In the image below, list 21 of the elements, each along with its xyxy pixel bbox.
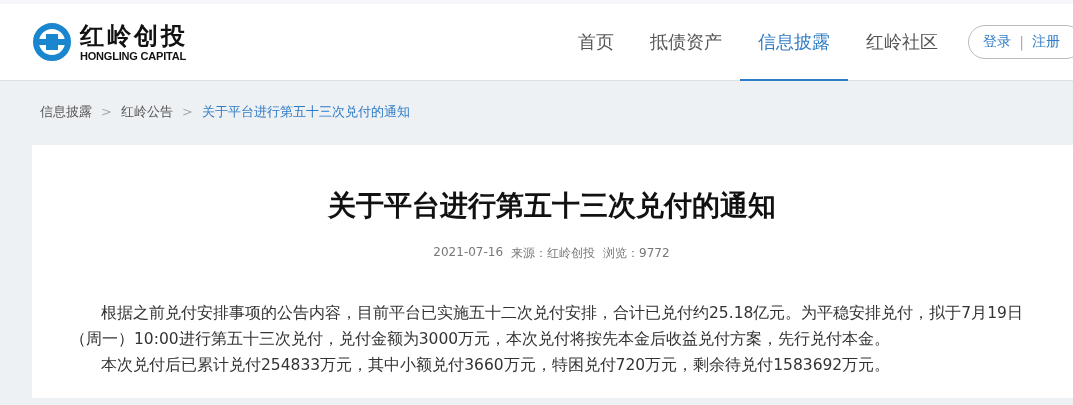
breadcrumb-link[interactable]: 红岭公告 (120, 102, 173, 121)
article-date: 2021-07-16 (433, 245, 504, 261)
nav-tab[interactable]: 信息披露 (740, 4, 849, 81)
breadcrumb-link[interactable]: 关于平台进行第五十三次兑付的通知 (201, 102, 410, 121)
article-views: 浏览：9772 (603, 245, 670, 262)
article-title: 关于平台进行第五十三次兑付的通知 (326, 188, 777, 224)
breadcrumb-separator: > (101, 104, 112, 119)
article-source: 来源：红岭创投 (511, 245, 596, 262)
logo-name: 红岭创投 (80, 22, 188, 50)
separator: | (1019, 34, 1024, 50)
logo-icon (32, 22, 72, 62)
login-link[interactable]: 登录 (983, 33, 1012, 51)
nav-tab[interactable]: 首页 (560, 4, 633, 81)
logo-subtitle: HONGLING CAPITAL (80, 50, 187, 62)
nav-tab[interactable]: 抵债资产 (632, 4, 741, 81)
breadcrumb-link[interactable]: 信息披露 (40, 102, 92, 121)
register-link[interactable]: 注册 (1032, 33, 1060, 51)
breadcrumb-separator: > (181, 104, 193, 119)
article-paragraph: 本次兑付后已累计兑付254833万元，其中小额兑付3660万元，特困兑付720万元，剩余待兑付1583692万元。 (100, 355, 892, 376)
article-paragraph: 根据之前兑付安排事项的公告内容，目前平台已实施五十二次兑付安排，合计已兑付约25.18亿元。为平稳安排兑付，拟于7月19日（周一）10:00进行第五十三次兑付，兑付金额为3000万元，本次兑付将按先本金后收益兑付方案，先行兑付本金。 (70, 303, 1024, 350)
nav-tab[interactable]: 红岭社区 (848, 4, 957, 81)
